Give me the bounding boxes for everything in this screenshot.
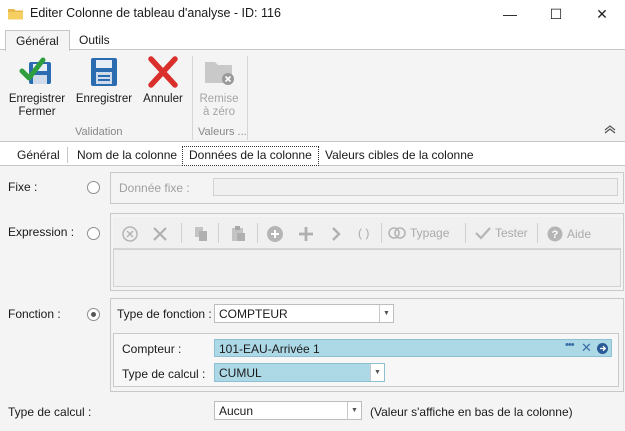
expression-radio[interactable] <box>87 227 100 240</box>
save-close-icon <box>19 57 51 84</box>
subtab-nom-colonne[interactable]: Nom de la colonne <box>77 148 177 162</box>
cancel-button[interactable]: Annuler <box>140 54 186 106</box>
svg-text:?: ? <box>552 229 559 241</box>
clear-icon[interactable]: ✕ <box>581 340 592 356</box>
save-label: Enregistrer <box>75 93 133 105</box>
plus-icon[interactable] <box>297 225 315 243</box>
donnee-fixe-label: Donnée fixe : <box>119 181 190 195</box>
floppy-disk-icon <box>91 58 117 86</box>
x-icon[interactable] <box>151 225 169 243</box>
save-close-button[interactable]: Enregistrer Fermer <box>6 54 68 119</box>
toolbar-separator <box>218 223 219 243</box>
check-icon <box>475 227 491 240</box>
expression-label: Expression : <box>8 225 75 239</box>
type-calcul-select[interactable]: Aucun ▼ <box>214 401 362 420</box>
toolbar-separator <box>381 223 382 243</box>
typage-button[interactable]: Typage <box>388 226 449 240</box>
chevron-down-icon[interactable]: ▼ <box>379 305 393 322</box>
subtab-valeurs-cibles[interactable]: Valeurs cibles de la colonne <box>325 148 474 162</box>
chevron-right-icon[interactable] <box>327 225 345 243</box>
tester-label: Tester <box>495 226 528 240</box>
expression-editor[interactable] <box>113 249 621 287</box>
maximize-button[interactable]: ☐ <box>533 0 579 28</box>
type-calcul-label: Type de calcul : <box>8 405 92 419</box>
compteur-value: 101-EAU-Arrivée 1 <box>219 342 320 356</box>
window-title: Editer Colonne de tableau d'analyse - ID… <box>30 6 281 20</box>
valeurs-group-label: Valeurs ... <box>198 126 247 138</box>
toolbar-separator <box>465 223 466 243</box>
typage-icon <box>388 227 406 239</box>
fonction-label: Fonction : <box>8 307 61 321</box>
tab-general[interactable]: Général <box>5 30 70 51</box>
tab-outils[interactable]: Outils <box>69 30 120 51</box>
donnee-fixe-input[interactable] <box>213 178 618 196</box>
type-calcul-inner-label: Type de calcul : <box>122 367 206 381</box>
type-calcul-hint: (Valeur s'affiche en bas de la colonne) <box>370 405 573 419</box>
ellipsis-icon[interactable]: ••• <box>565 339 575 351</box>
compteur-label: Compteur : <box>122 342 182 356</box>
group-separator <box>192 56 193 140</box>
copy-icon[interactable] <box>192 225 210 243</box>
toolbar-separator <box>257 223 258 243</box>
toolbar-separator <box>537 223 538 243</box>
paste-icon[interactable] <box>229 225 247 243</box>
circle-plus-icon[interactable] <box>266 225 284 243</box>
aide-button[interactable]: ? Aide <box>547 226 591 242</box>
chevron-down-icon[interactable]: ▼ <box>347 402 361 419</box>
type-calcul-value: Aucun <box>219 404 254 418</box>
tab-separator <box>67 147 68 163</box>
reset-button[interactable]: Remise à zéro <box>196 54 242 119</box>
chevron-up-icon[interactable] <box>604 124 616 134</box>
type-fonction-select[interactable]: COMPTEUR ▼ <box>214 304 394 323</box>
help-icon: ? <box>547 226 563 242</box>
fixe-radio[interactable] <box>87 181 100 194</box>
fixe-label: Fixe : <box>8 180 38 194</box>
folder-icon <box>8 9 23 20</box>
reset-label: Remise à zéro <box>199 93 239 118</box>
validation-group-label: Validation <box>75 126 123 138</box>
save-close-label: Enregistrer Fermer <box>8 93 66 118</box>
subtab-donnees-colonne[interactable]: Données de la colonne <box>182 146 319 166</box>
type-calcul-inner-select[interactable]: CUMUL ▼ <box>214 363 385 382</box>
type-fonction-value: COMPTEUR <box>219 307 288 321</box>
type-fonction-label: Type de fonction : <box>117 307 212 321</box>
folder-reset-icon <box>205 62 234 85</box>
toolbar-separator <box>181 223 182 243</box>
fonction-radio[interactable] <box>87 308 100 321</box>
compteur-input[interactable]: 101-EAU-Arrivée 1 ••• ✕ <box>214 339 612 357</box>
parentheses-icon[interactable]: ( ) <box>358 226 369 240</box>
circle-x-icon[interactable] <box>121 225 139 243</box>
minimize-button[interactable]: — <box>487 0 533 28</box>
subtab-general[interactable]: Général <box>17 148 60 162</box>
group-separator <box>247 56 248 140</box>
red-x-icon <box>148 56 178 88</box>
aide-label: Aide <box>567 227 592 241</box>
close-button[interactable]: ✕ <box>579 0 625 28</box>
cancel-label: Annuler <box>143 93 183 105</box>
chevron-down-icon[interactable]: ▼ <box>370 364 384 381</box>
navigate-arrow-icon[interactable] <box>597 343 608 354</box>
type-calcul-inner-value: CUMUL <box>219 366 262 380</box>
tester-button[interactable]: Tester <box>475 226 528 240</box>
typage-label: Typage <box>410 226 450 240</box>
save-button[interactable]: Enregistrer <box>74 54 134 106</box>
